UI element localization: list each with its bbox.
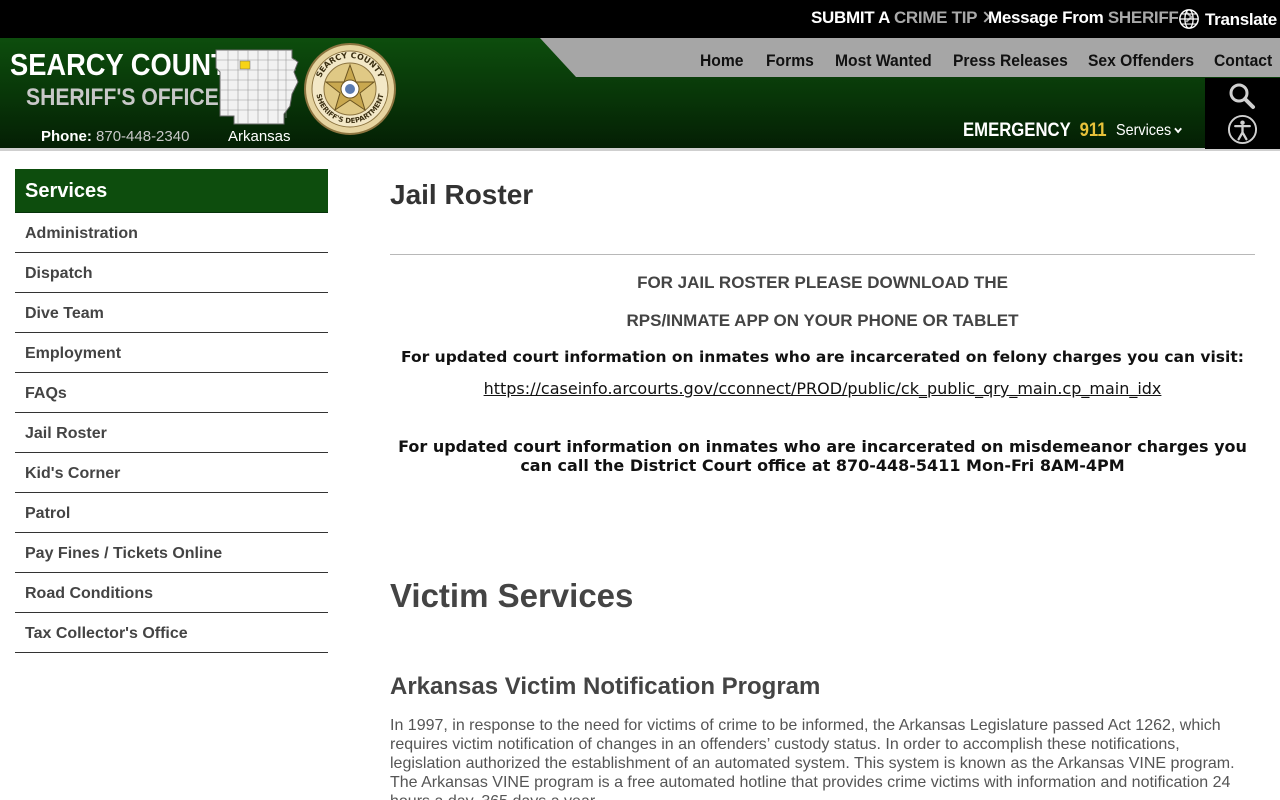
message-accent: SHERIFF bbox=[1107, 8, 1179, 27]
arkansas-map-icon bbox=[215, 49, 299, 125]
misdemeanor-info-line-2: can call the District Court office at 87… bbox=[520, 456, 1125, 475]
submit-crime-tip-link[interactable]: SUBMIT A CRIME TIP bbox=[811, 8, 991, 28]
site-header: SEARCY COUNTY SHERIFF'S OFFICE Phone: 87… bbox=[0, 38, 1280, 148]
download-notice-line-2: RPS/INMATE APP ON YOUR PHONE OR TABLET bbox=[626, 311, 1019, 330]
emergency-label: EMERGENCY bbox=[963, 120, 1071, 141]
emergency-911[interactable]: 911 bbox=[1080, 120, 1107, 141]
phone-number[interactable]: 870-448-2340 bbox=[96, 128, 189, 145]
sidebar-item-dispatch[interactable]: Dispatch bbox=[15, 253, 328, 293]
translate-label: Translate bbox=[1205, 10, 1277, 29]
misdemeanor-info-line-1: For updated court information on inmates… bbox=[398, 437, 1247, 456]
nav-home[interactable]: Home bbox=[700, 51, 743, 71]
crime-tip-prefix: SUBMIT A bbox=[811, 8, 890, 27]
sidebar-item-faqs[interactable]: FAQs bbox=[15, 373, 328, 413]
message-from-sheriff-link[interactable]: Message From SHERIFF bbox=[988, 8, 1193, 28]
sidebar-heading: Services bbox=[15, 169, 328, 213]
services-dropdown[interactable]: Services bbox=[1116, 122, 1183, 140]
court-info-link[interactable]: https://caseinfo.arcourts.gov/cconnect/P… bbox=[390, 379, 1255, 398]
services-dropdown-label: Services bbox=[1116, 122, 1172, 139]
sidebar-item-patrol[interactable]: Patrol bbox=[15, 493, 328, 533]
globe-icon bbox=[1179, 9, 1199, 29]
nav-most-wanted[interactable]: Most Wanted bbox=[835, 51, 932, 71]
nav-sex-offenders[interactable]: Sex Offenders bbox=[1088, 51, 1194, 71]
sidebar-item-kids-corner[interactable]: Kid's Corner bbox=[15, 453, 328, 493]
sidebar-item-employment[interactable]: Employment bbox=[15, 333, 328, 373]
nav-contact[interactable]: Contact bbox=[1214, 51, 1272, 71]
crime-tip-accent: CRIME TIP bbox=[893, 8, 978, 27]
state-label: Arkansas bbox=[228, 128, 291, 145]
sidebar-item-dive-team[interactable]: Dive Team bbox=[15, 293, 328, 333]
nav-press-releases[interactable]: Press Releases bbox=[953, 51, 1068, 71]
message-prefix: Message From bbox=[988, 8, 1104, 27]
accessibility-icon[interactable] bbox=[1227, 114, 1258, 145]
top-utility-bar: SUBMIT A CRIME TIP Message From SHERIFF … bbox=[0, 0, 1280, 38]
felony-info-text: For updated court information on inmates… bbox=[401, 348, 1244, 366]
header-divider bbox=[0, 148, 1280, 151]
title-divider bbox=[390, 254, 1255, 255]
sidebar-item-tax-collector[interactable]: Tax Collector's Office bbox=[15, 613, 328, 653]
chevron-down-icon bbox=[1174, 124, 1183, 134]
download-notice-line-1: FOR JAIL ROSTER PLEASE DOWNLOAD THE bbox=[637, 273, 1008, 292]
sheriff-badge-logo: SEARCY COUNTY SHERIFF'S DEPARTMENT bbox=[304, 43, 396, 135]
translate-button[interactable]: Translate bbox=[1178, 8, 1277, 30]
sidebar-item-administration[interactable]: Administration bbox=[15, 213, 328, 253]
emergency-number: EMERGENCY 911 bbox=[963, 120, 1107, 142]
search-icon[interactable] bbox=[1228, 82, 1256, 110]
sidebar-item-road-conditions[interactable]: Road Conditions bbox=[15, 573, 328, 613]
page-title: Jail Roster bbox=[390, 179, 534, 210]
site-subtitle[interactable]: SHERIFF'S OFFICE bbox=[26, 84, 219, 112]
sidebar-item-pay-fines[interactable]: Pay Fines / Tickets Online bbox=[15, 533, 328, 573]
phone-label: Phone: bbox=[41, 128, 92, 145]
site-title[interactable]: SEARCY COUNTY bbox=[10, 47, 246, 83]
victim-services-heading: Victim Services bbox=[390, 577, 634, 614]
nav-forms[interactable]: Forms bbox=[766, 51, 814, 71]
header-phone: Phone: 870-448-2340 bbox=[41, 128, 189, 145]
vine-program-heading: Arkansas Victim Notification Program bbox=[390, 673, 821, 700]
sidebar-item-jail-roster[interactable]: Jail Roster bbox=[15, 413, 328, 453]
services-sidebar: Services Administration Dispatch Dive Te… bbox=[15, 169, 328, 653]
vine-program-paragraph: In 1997, in response to the need for vic… bbox=[390, 717, 1235, 800]
